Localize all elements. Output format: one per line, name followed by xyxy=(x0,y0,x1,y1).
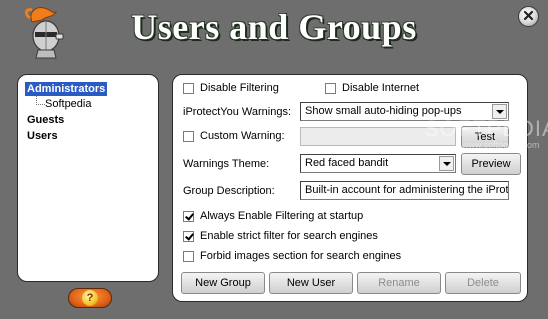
groups-tree[interactable]: Administrators Softpedia Guests Users xyxy=(17,74,159,282)
window-title: Users and Groups xyxy=(131,7,417,47)
help-icon: ? xyxy=(82,290,98,306)
forbid-images-label: Forbid images section for search engines xyxy=(200,250,402,262)
description-input[interactable]: Built-in account for administering the i… xyxy=(300,181,509,200)
warnings-label: iProtectYou Warnings: xyxy=(183,106,292,118)
forbid-images-checkbox[interactable] xyxy=(183,251,194,262)
strict-filter-checkbox[interactable] xyxy=(183,231,194,242)
disable-internet-checkbox[interactable] xyxy=(325,83,336,94)
tree-item-users[interactable]: Users xyxy=(27,129,58,143)
watermark-url: www.softpedia.com xyxy=(462,140,540,150)
new-user-button[interactable]: New User xyxy=(269,272,353,294)
custom-warning-checkbox[interactable] xyxy=(183,131,194,142)
group-settings-panel: Disable Filtering Disable Internet iProt… xyxy=(172,74,528,302)
watermark: SOFTPEDIA xyxy=(424,116,548,141)
strict-filter-label: Enable strict filter for search engines xyxy=(200,230,378,242)
theme-select-value: Red faced bandit xyxy=(305,157,389,169)
tree-connector xyxy=(36,96,45,105)
disable-internet-label: Disable Internet xyxy=(342,82,420,94)
theme-select[interactable]: Red faced bandit xyxy=(300,154,456,173)
rename-button[interactable]: Rename xyxy=(357,272,441,294)
always-enable-label: Always Enable Filtering at startup xyxy=(200,210,364,222)
tree-item-administrators[interactable]: Administrators xyxy=(25,82,108,96)
new-group-button[interactable]: New Group xyxy=(181,272,265,294)
preview-button[interactable]: Preview xyxy=(461,153,521,175)
disable-filtering-label: Disable Filtering xyxy=(200,82,279,94)
always-enable-checkbox[interactable] xyxy=(183,211,194,222)
custom-warning-label: Custom Warning: xyxy=(200,130,285,142)
tree-item-guests[interactable]: Guests xyxy=(27,113,64,127)
disable-filtering-checkbox[interactable] xyxy=(183,83,194,94)
close-button[interactable] xyxy=(518,6,539,27)
help-button[interactable]: ? xyxy=(68,288,112,308)
chevron-down-icon xyxy=(439,156,454,171)
delete-button[interactable]: Delete xyxy=(445,272,521,294)
tree-item-softpedia[interactable]: Softpedia xyxy=(45,97,91,111)
description-label: Group Description: xyxy=(183,185,275,197)
close-icon xyxy=(523,10,534,24)
theme-label: Warnings Theme: xyxy=(183,158,270,170)
